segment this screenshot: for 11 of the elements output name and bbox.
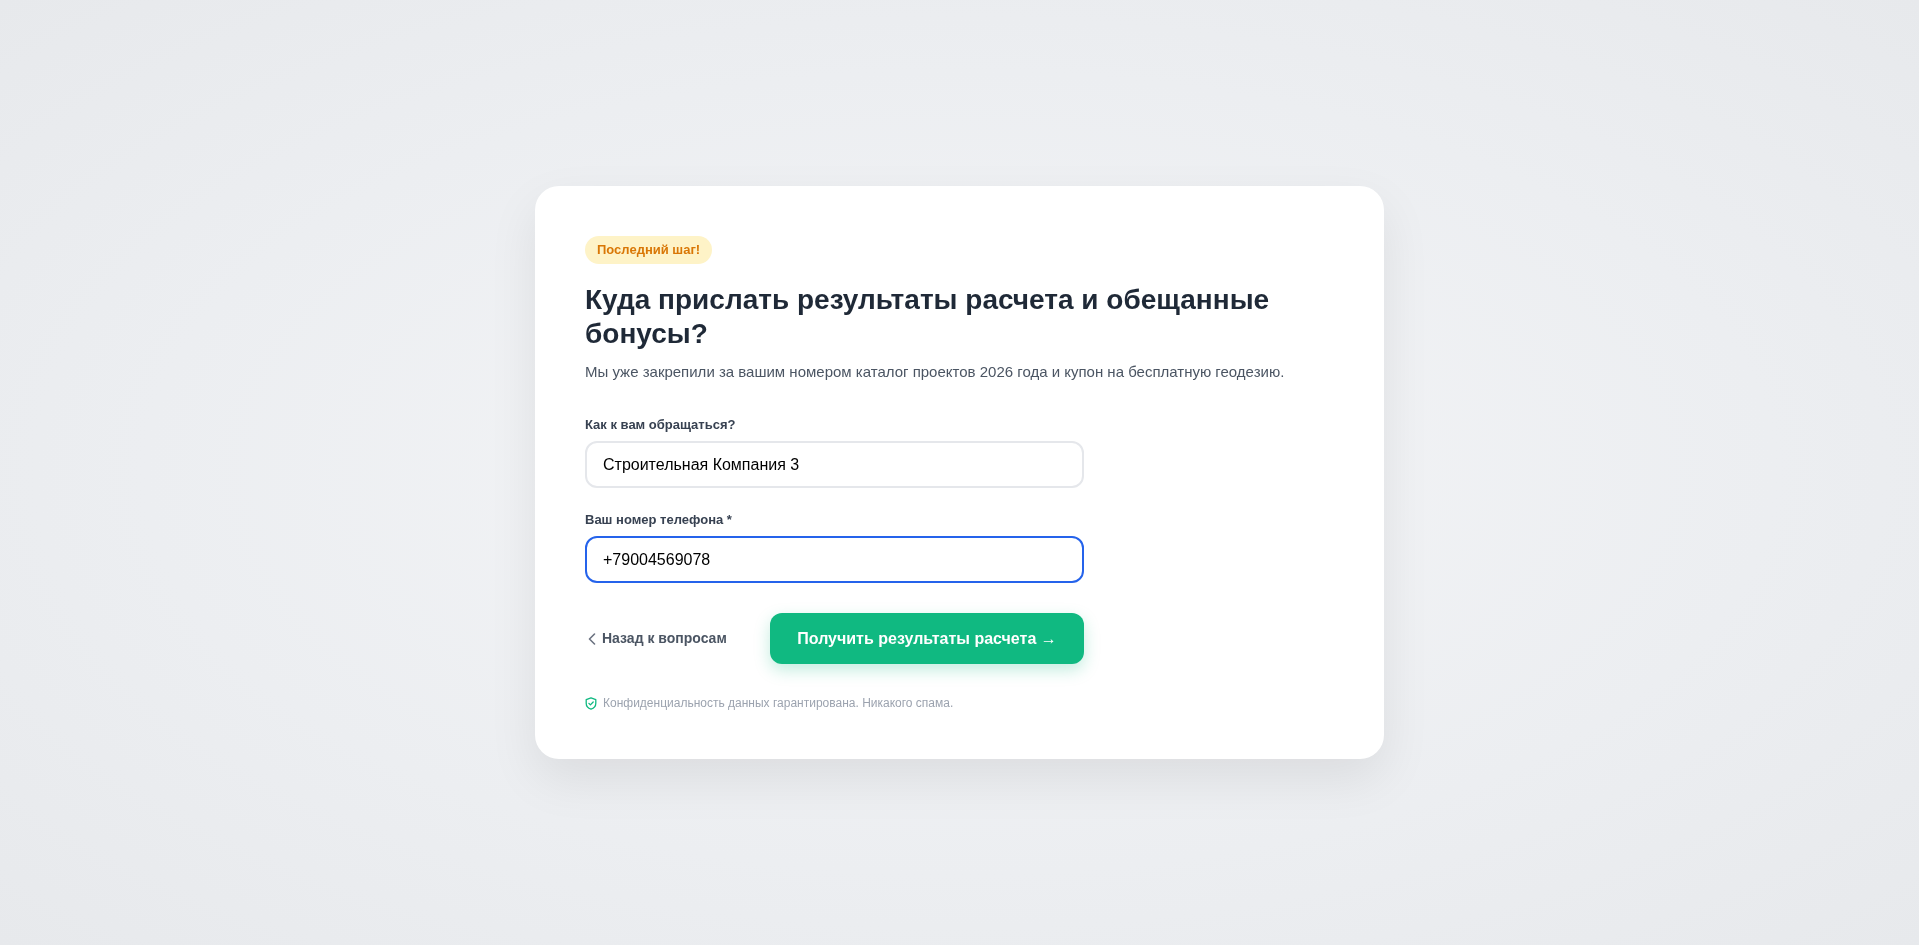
- privacy-note: Конфиденциальность данных гарантирована. Никакого спама.: [603, 695, 954, 711]
- input-field[interactable]: Строительная Компания 3: [585, 441, 1084, 488]
- shield-check-icon: [585, 696, 597, 710]
- chevron-left-icon: [588, 632, 596, 645]
- field-label: Как к вам обращаться?: [585, 416, 737, 434]
- field-label: Ваш номер телефона *: [585, 511, 733, 529]
- input-field[interactable]: +79004569078: [585, 536, 1084, 583]
- step-badge: Последний шаг!: [585, 236, 713, 264]
- form-title: Куда прислать результаты расчета и обещанные бонусы?: [585, 283, 1271, 351]
- back-link[interactable]: Назад к вопросам: [585, 628, 727, 649]
- form-subtitle: Мы уже закрепили за вашим номером каталог проектов 2026 года и купон на бесплатную геодезию.: [585, 362, 1286, 382]
